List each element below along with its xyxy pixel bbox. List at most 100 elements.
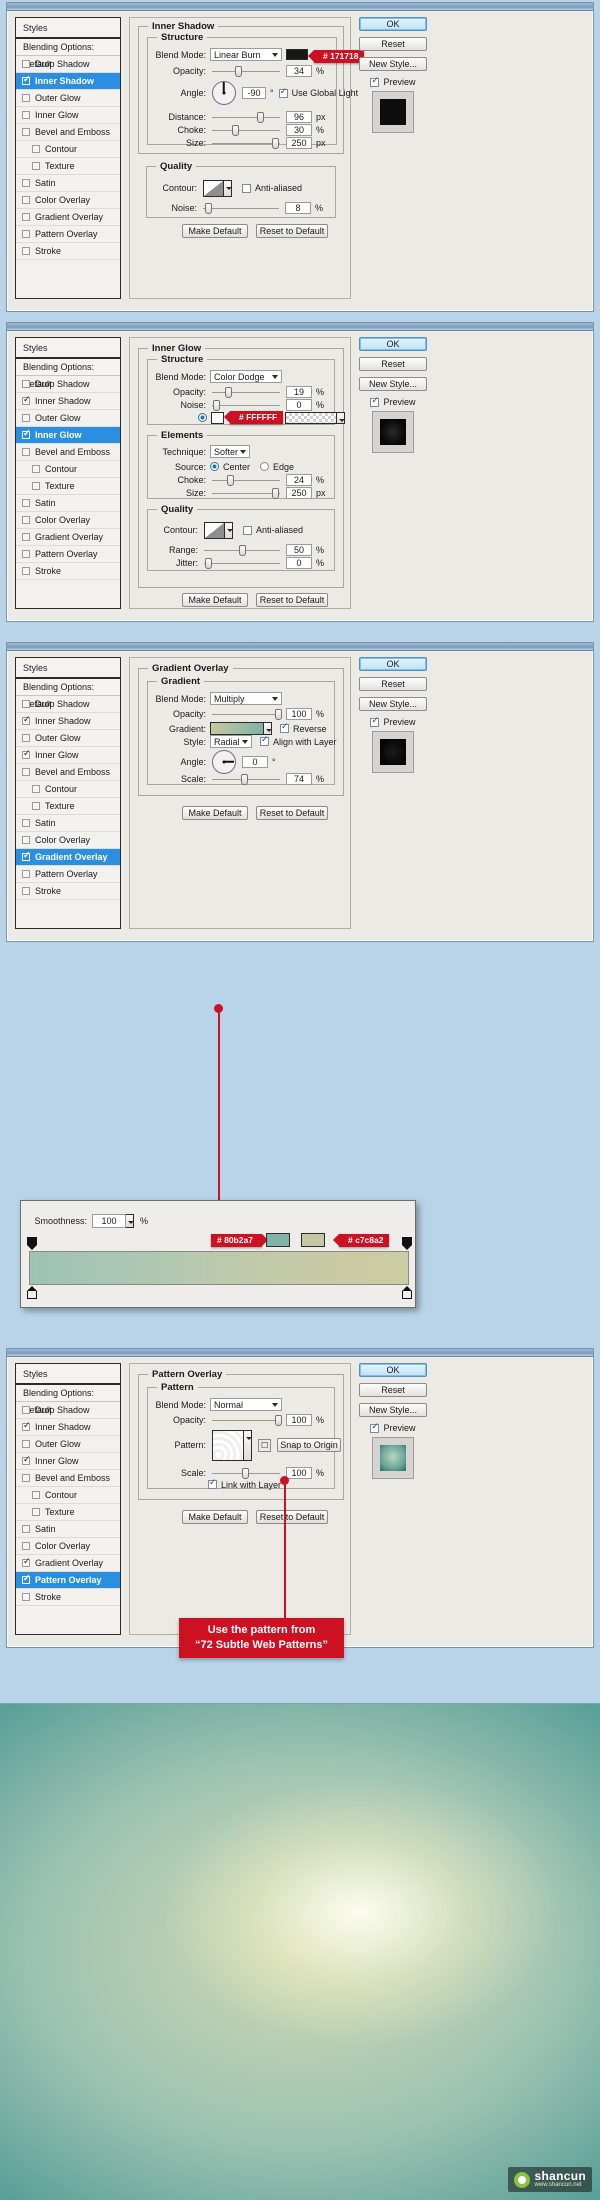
ok-button-4[interactable]: OK (359, 1363, 427, 1377)
make-default-button-4[interactable]: Make Default (182, 1510, 248, 1524)
sidebar-item-inner-glow[interactable]: Inner Glow (16, 747, 120, 764)
sidebar-item-contour[interactable]: Contour (16, 781, 120, 798)
checkbox-outer-glow-icon[interactable] (22, 414, 30, 422)
gradient-dropdown-2[interactable] (337, 412, 345, 424)
checkbox-outer-glow-icon[interactable] (22, 94, 30, 102)
dialog-titlebar-1[interactable] (7, 3, 593, 11)
checkbox-stroke-icon[interactable] (22, 1593, 30, 1601)
sidebar-item-satin[interactable]: Satin (16, 815, 120, 832)
gradient-stop-right-swatch[interactable] (301, 1233, 325, 1247)
gradient-preview-3[interactable] (210, 722, 264, 735)
checkbox-color-overlay-icon[interactable] (22, 516, 30, 524)
preview-checkbox-4[interactable]: Preview (370, 1423, 415, 1433)
angle-dial-1[interactable] (212, 81, 236, 105)
make-default-button-2[interactable]: Make Default (182, 593, 248, 607)
checkbox-drop-shadow-icon[interactable] (22, 700, 30, 708)
sidebar-item-satin[interactable]: Satin (16, 1521, 120, 1538)
size-input-2[interactable]: 250 (286, 487, 312, 499)
gradient-stop-left-swatch[interactable] (266, 1233, 290, 1247)
size-slider-1[interactable] (212, 137, 280, 149)
choke-slider-2[interactable] (212, 474, 280, 486)
checkbox-gradient-overlay-icon[interactable] (22, 213, 30, 221)
smoothness-input[interactable]: 100 (92, 1214, 126, 1228)
sidebar-item-texture[interactable]: Texture (16, 478, 120, 495)
checkbox-texture-icon[interactable] (32, 1508, 40, 1516)
sidebar-item-texture[interactable]: Texture (16, 158, 120, 175)
sidebar-item-bevel-and-emboss[interactable]: Bevel and Emboss (16, 444, 120, 461)
ok-button-2[interactable]: OK (359, 337, 427, 351)
checkbox-pattern-overlay-icon[interactable] (22, 230, 30, 238)
source-center-radio[interactable]: Center (210, 462, 250, 472)
gradient-strip[interactable] (29, 1251, 409, 1285)
reset-button-4[interactable]: Reset (359, 1383, 427, 1397)
sidebar-item-gradient-overlay[interactable]: Gradient Overlay (16, 209, 120, 226)
checkbox-contour-icon[interactable] (32, 145, 40, 153)
checkbox-color-overlay-icon[interactable] (22, 196, 30, 204)
checkbox-outer-glow-icon[interactable] (22, 1440, 30, 1448)
gradient-stop-top-left[interactable] (27, 1237, 37, 1250)
sidebar-item-gradient-overlay[interactable]: Gradient Overlay (16, 1555, 120, 1572)
checkbox-bevel-icon[interactable] (22, 448, 30, 456)
checkbox-gradient-overlay-icon[interactable] (22, 1559, 30, 1567)
sidebar-item-contour[interactable]: Contour (16, 1487, 120, 1504)
new-style-button-2[interactable]: New Style... (359, 377, 427, 391)
checkbox-contour-icon[interactable] (32, 785, 40, 793)
checkbox-drop-shadow-icon[interactable] (22, 380, 30, 388)
sidebar-item-outer-glow[interactable]: Outer Glow (16, 730, 120, 747)
sidebar-item-bevel-and-emboss[interactable]: Bevel and Emboss (16, 764, 120, 781)
sidebar-item-contour[interactable]: Contour (16, 461, 120, 478)
preview-checkbox-3[interactable]: Preview (370, 717, 415, 727)
choke-input-1[interactable]: 30 (286, 124, 312, 136)
sidebar-item-gradient-overlay[interactable]: Gradient Overlay (16, 529, 120, 546)
checkbox-pattern-overlay-icon[interactable] (22, 870, 30, 878)
pattern-dropdown-4[interactable] (244, 1430, 252, 1461)
new-style-button-3[interactable]: New Style... (359, 697, 427, 711)
range-slider-2[interactable] (204, 544, 280, 556)
sidebar-item-outer-glow[interactable]: Outer Glow (16, 90, 120, 107)
preview-checkbox-1[interactable]: Preview (370, 77, 415, 87)
checkbox-pattern-overlay-icon[interactable] (22, 550, 30, 558)
ok-button-3[interactable]: OK (359, 657, 427, 671)
sidebar-item-color-overlay[interactable]: Color Overlay (16, 832, 120, 849)
opacity-slider-1[interactable] (212, 65, 280, 77)
blend-mode-select-1[interactable]: Linear Burn (210, 48, 282, 61)
gradient-stop-bottom-right[interactable] (402, 1286, 412, 1299)
sidebar-item-inner-shadow[interactable]: Inner Shadow (16, 393, 120, 410)
checkbox-stroke-icon[interactable] (22, 247, 30, 255)
checkbox-inner-shadow-icon[interactable] (22, 1423, 30, 1431)
checkbox-satin-icon[interactable] (22, 819, 30, 827)
snap-to-origin-button-4[interactable]: Snap to Origin (277, 1438, 341, 1452)
reset-button-1[interactable]: Reset (359, 37, 427, 51)
sidebar-item-inner-shadow[interactable]: Inner Shadow (16, 73, 120, 90)
jitter-slider-2[interactable] (204, 557, 280, 569)
jitter-input-2[interactable]: 0 (286, 557, 312, 569)
sidebar-item-color-overlay[interactable]: Color Overlay (16, 192, 120, 209)
checkbox-color-overlay-icon[interactable] (22, 1542, 30, 1550)
style-select-3[interactable]: Radial (210, 735, 252, 748)
pattern-thumbnail-4[interactable] (212, 1430, 244, 1461)
noise-input-2[interactable]: 0 (286, 399, 312, 411)
gradient-preview-box-2[interactable] (285, 412, 337, 424)
sidebar-item-contour[interactable]: Contour (16, 141, 120, 158)
opacity-input-3[interactable]: 100 (286, 708, 312, 720)
gradient-stop-top-right[interactable] (402, 1237, 412, 1250)
checkbox-stroke-icon[interactable] (22, 887, 30, 895)
distance-input-1[interactable]: 96 (286, 111, 312, 123)
scale-input-3[interactable]: 74 (286, 773, 312, 785)
checkbox-bevel-icon[interactable] (22, 1474, 30, 1482)
sidebar-item-satin[interactable]: Satin (16, 495, 120, 512)
gradient-stop-bottom-left[interactable] (27, 1286, 37, 1299)
sidebar-item-stroke[interactable]: Stroke (16, 563, 120, 580)
sidebar-item-satin[interactable]: Satin (16, 175, 120, 192)
choke-input-2[interactable]: 24 (286, 474, 312, 486)
sidebar-item-texture[interactable]: Texture (16, 798, 120, 815)
checkbox-gradient-overlay-icon[interactable] (22, 533, 30, 541)
blending-options-row-4[interactable]: Blending Options: Default (16, 1385, 120, 1402)
reset-to-default-button-1[interactable]: Reset to Default (256, 224, 328, 238)
link-with-layer-checkbox-4[interactable]: Link with Layer (208, 1480, 281, 1490)
glow-color-swatch[interactable] (211, 412, 224, 424)
checkbox-inner-glow-icon[interactable] (22, 111, 30, 119)
checkbox-color-overlay-icon[interactable] (22, 836, 30, 844)
sidebar-item-stroke[interactable]: Stroke (16, 1589, 120, 1606)
sidebar-item-inner-glow[interactable]: Inner Glow (16, 107, 120, 124)
